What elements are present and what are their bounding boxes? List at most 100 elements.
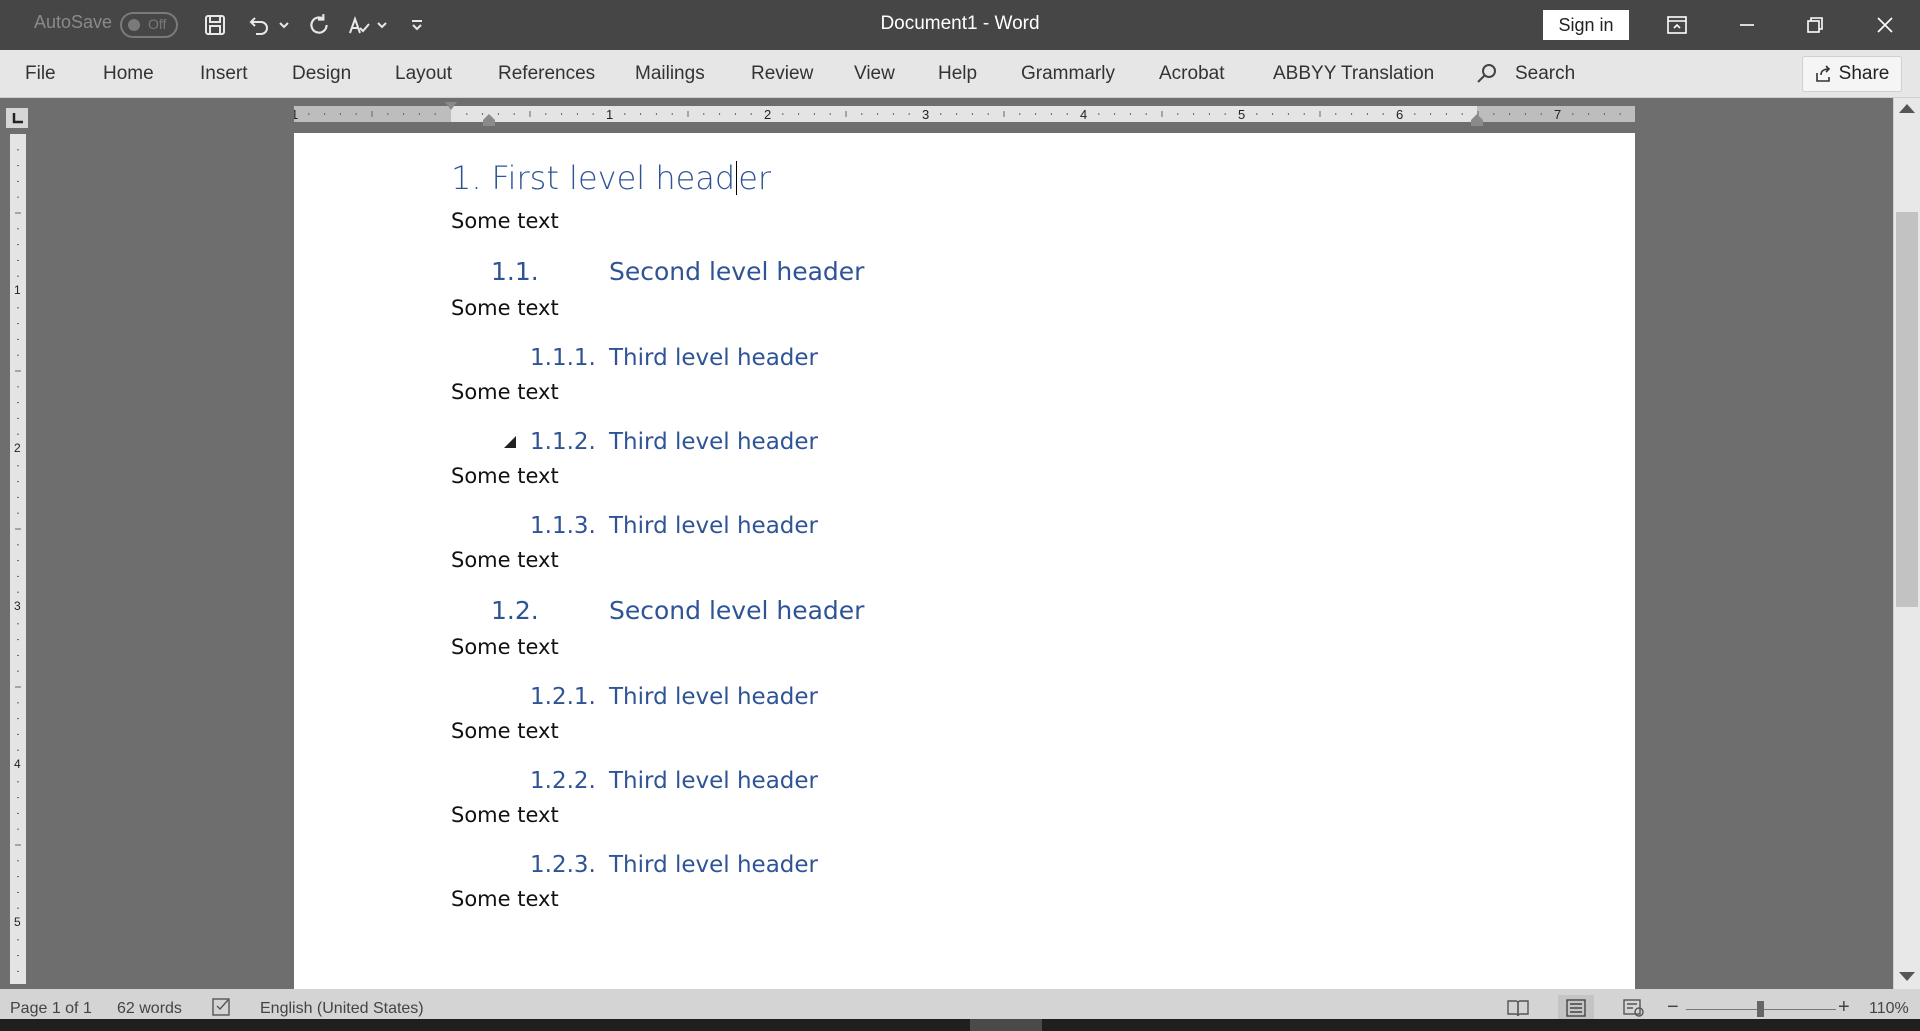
tab-grammarly[interactable]: Grammarly [1021,63,1115,85]
ruler-number: 2 [764,107,771,122]
autosave-state: Off [148,16,167,32]
tab-mailings[interactable]: Mailings [635,63,705,85]
heading-3-number: 1.1.2. [530,429,596,455]
vertical-ruler[interactable]: 1 2 3 4 5 [8,134,28,984]
language[interactable]: English (United States) [260,1000,424,1018]
tab-review[interactable]: Review [751,63,813,85]
heading-3-number: 1.1.1. [530,345,596,371]
heading-3[interactable]: Third level header [609,345,818,371]
title-bar: AutoSave Off Document1 - Word Sign in [0,0,1920,50]
ribbon-tabs: File Home Insert Design Layout Reference… [0,50,1920,98]
restore-icon[interactable] [1782,0,1848,50]
undo-dropdown-icon[interactable] [274,10,294,40]
zoom-out-button[interactable]: − [1667,996,1679,1019]
heading-3[interactable]: Third level header [609,684,818,710]
tab-file[interactable]: File [25,63,56,85]
heading-3[interactable]: Third level header [609,768,818,794]
body-paragraph[interactable]: Some text [451,548,559,572]
autosave-toggle[interactable]: Off [120,12,178,38]
close-icon[interactable] [1852,0,1918,50]
minimize-icon[interactable] [1714,0,1780,50]
vertical-scrollbar[interactable] [1893,98,1920,989]
heading-3-number: 1.2.1. [530,684,596,710]
body-paragraph[interactable]: Some text [451,887,559,911]
tab-abbyy-translation[interactable]: ABBYY Translation [1273,63,1434,85]
ribbon-display-icon[interactable] [1644,0,1710,50]
tab-home[interactable]: Home [103,63,154,85]
taskbar-active-item[interactable] [970,1019,1042,1031]
tab-help[interactable]: Help [938,63,977,85]
autosave-label: AutoSave [34,12,113,32]
spelling-icon[interactable] [344,10,374,40]
heading-1[interactable]: 1. First level header [451,159,771,197]
save-icon[interactable] [200,10,230,40]
scroll-down-icon[interactable] [1899,972,1915,981]
ruler-number: 2 [14,441,21,455]
toggle-knob [128,19,140,31]
scrollbar-thumb[interactable] [1896,212,1918,607]
heading-3-number: 1.1.3. [530,513,596,539]
document-page[interactable]: 1. First level header Some text 1.1. Seco… [294,133,1635,993]
scroll-up-icon[interactable] [1899,104,1915,113]
ruler-number: 4 [1080,107,1087,122]
print-layout-icon[interactable] [1558,995,1594,1021]
heading-2-number: 1.2. [491,596,539,625]
read-mode-icon[interactable] [1500,995,1536,1021]
share-label: Share [1838,63,1890,84]
ruler-number: 1 [14,283,21,297]
search-box[interactable]: Search [1515,63,1575,85]
web-layout-icon[interactable] [1616,995,1652,1021]
search-icon[interactable] [1475,62,1499,91]
ruler-number: 4 [14,757,21,771]
tab-references[interactable]: References [498,63,595,85]
body-paragraph[interactable]: Some text [451,380,559,404]
zoom-in-button[interactable]: + [1838,996,1850,1019]
collapse-heading-icon[interactable] [504,436,516,448]
body-paragraph[interactable]: Some text [451,803,559,827]
heading-3[interactable]: Third level header [609,852,818,878]
ruler-number: 3 [14,599,21,613]
ruler-number: 7 [1554,107,1561,122]
ruler-number: 1 [606,107,613,122]
ruler-number: 3 [922,107,929,122]
heading-3[interactable]: Third level header [609,513,818,539]
body-paragraph[interactable]: Some text [451,464,559,488]
heading-2[interactable]: Second level header [609,257,864,286]
heading-3[interactable]: Third level header [609,429,818,455]
heading-3-number: 1.2.2. [530,768,596,794]
status-bar: Page 1 of 1 62 words English (United Sta… [0,989,1920,1031]
ruler-number: 5 [1238,107,1245,122]
tab-insert[interactable]: Insert [200,63,248,85]
tab-design[interactable]: Design [292,63,351,85]
taskbar-strip [0,1019,1920,1031]
zoom-slider-thumb[interactable] [1757,1001,1764,1017]
share-icon [1815,65,1830,82]
body-paragraph[interactable]: Some text [451,635,559,659]
customize-qat-icon[interactable] [402,10,432,40]
horizontal-ruler[interactable]: 1 1 2 3 4 5 6 7 [294,102,1635,126]
heading-3-number: 1.2.3. [530,852,596,878]
body-paragraph[interactable]: Some text [451,719,559,743]
spelling-dropdown-icon[interactable] [372,10,392,40]
tab-selector[interactable] [6,108,28,128]
tab-layout[interactable]: Layout [395,63,452,85]
undo-icon[interactable] [244,10,274,40]
word-count[interactable]: 62 words [117,1000,182,1018]
sign-in-button[interactable]: Sign in [1543,10,1629,40]
heading-2[interactable]: Second level header [609,596,864,625]
ruler-number: 6 [1396,107,1403,122]
zoom-level[interactable]: 110% [1869,1000,1909,1018]
redo-icon[interactable] [304,10,334,40]
body-paragraph[interactable]: Some text [451,296,559,320]
heading-1-text: First level head [491,159,736,197]
heading-1-number: 1. [451,159,482,197]
heading-1-text-end: er [738,159,772,197]
tab-view[interactable]: View [854,63,895,85]
share-button[interactable]: Share [1802,56,1902,92]
body-paragraph[interactable]: Some text [451,209,559,233]
ruler-number: 1 [294,107,298,122]
ruler-number: 5 [14,915,21,929]
tab-acrobat[interactable]: Acrobat [1159,63,1224,85]
heading-2-number: 1.1. [491,257,539,286]
page-count[interactable]: Page 1 of 1 [10,1000,92,1018]
